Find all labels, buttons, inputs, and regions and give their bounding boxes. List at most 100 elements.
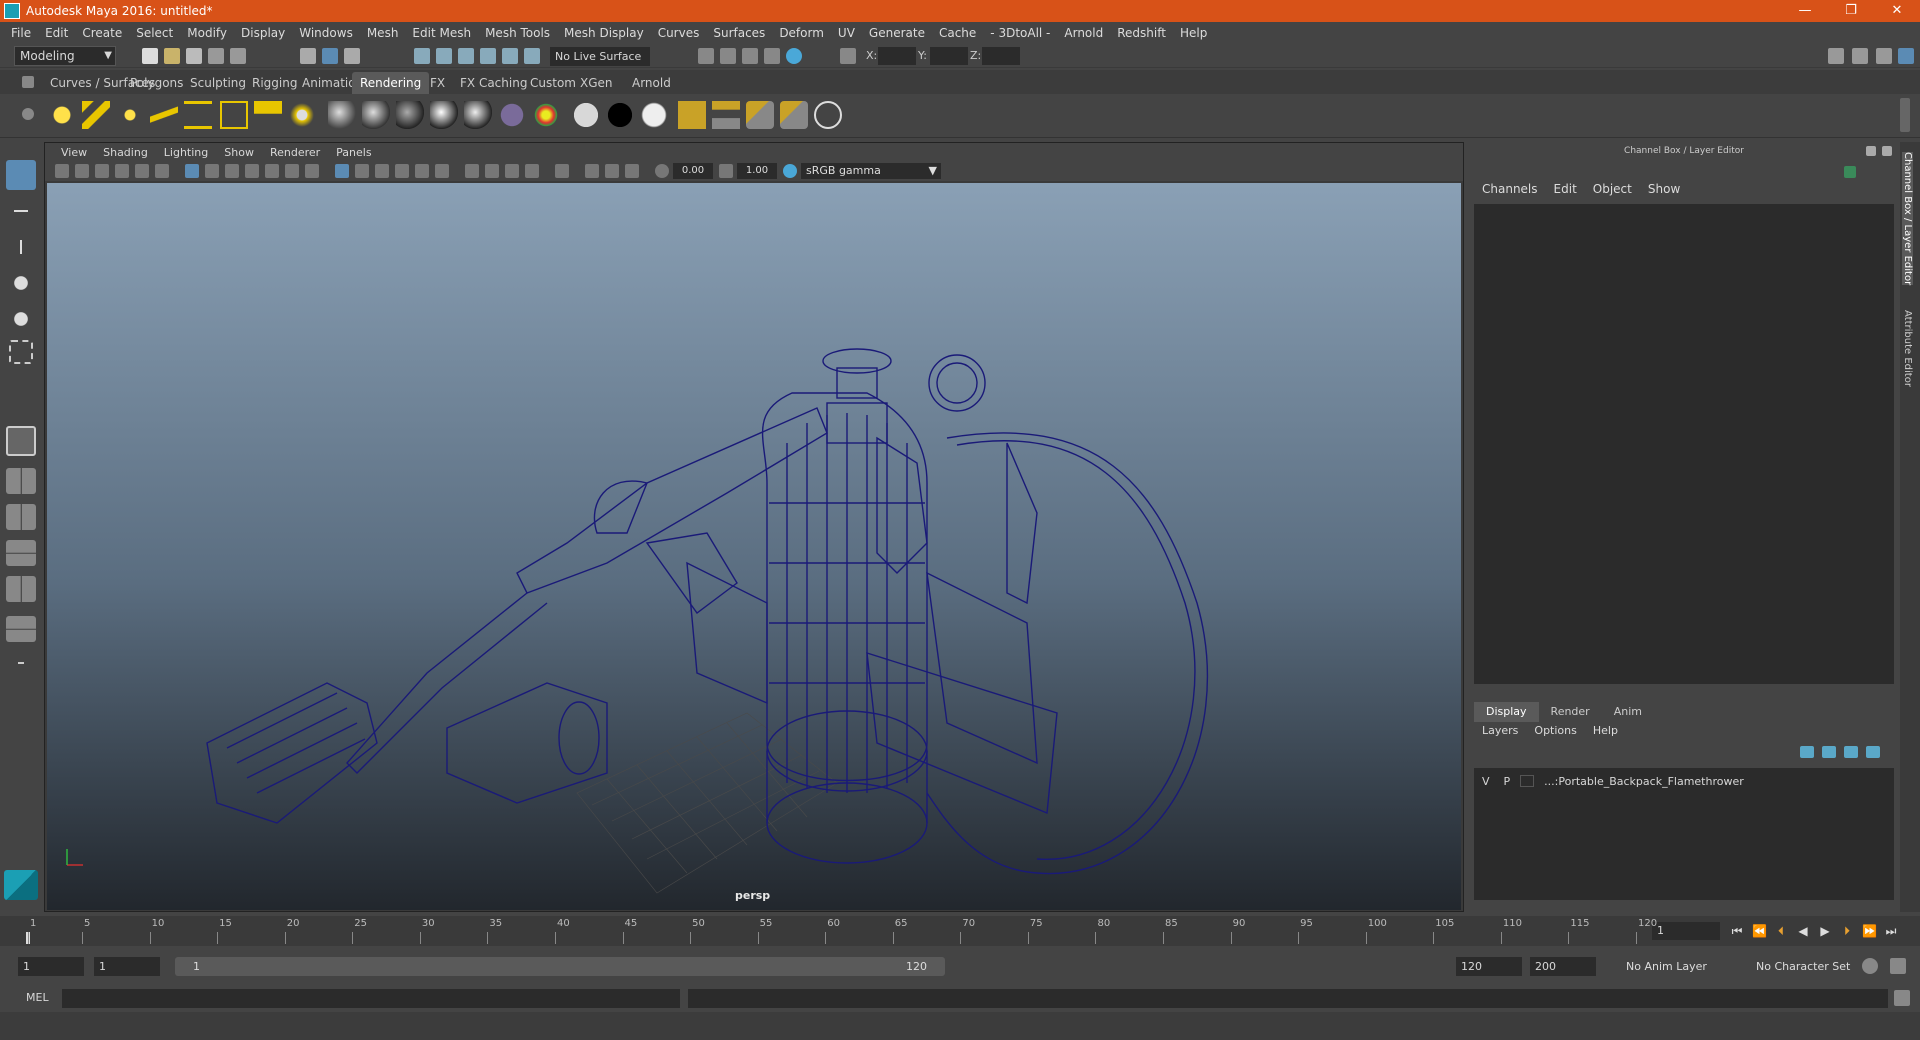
move-layer-down-icon[interactable]	[1822, 746, 1836, 758]
volume-light-icon[interactable]	[220, 101, 248, 129]
persp-outliner-layout-icon[interactable]	[6, 504, 36, 530]
menu-redshift[interactable]: Redshift	[1110, 26, 1173, 40]
shelf-scroll-icon[interactable]	[1900, 98, 1910, 132]
shelf-menu-icon[interactable]	[22, 76, 34, 88]
viewport-menu-renderer[interactable]: Renderer	[262, 146, 328, 159]
redo-icon[interactable]	[230, 48, 246, 64]
layer-tab-display[interactable]: Display	[1474, 702, 1539, 722]
layout-more-icon[interactable]	[6, 654, 36, 672]
use-background-shader-icon[interactable]	[606, 101, 634, 129]
layered-shader-icon[interactable]	[498, 101, 526, 129]
xray-components-icon[interactable]	[625, 164, 639, 178]
float-panel-icon[interactable]	[1866, 146, 1876, 156]
depth-of-field-icon[interactable]	[525, 164, 539, 178]
script-editor-icon[interactable]	[1894, 990, 1910, 1006]
maximize-button[interactable]: ❐	[1828, 0, 1874, 22]
menu-modify[interactable]: Modify	[180, 26, 234, 40]
open-scene-icon[interactable]	[164, 48, 180, 64]
tab-attribute-editor[interactable]: Attribute Editor	[1902, 310, 1913, 387]
layer-tab-anim[interactable]: Anim	[1602, 702, 1654, 722]
scene-end-field[interactable]: 200	[1530, 957, 1596, 976]
scene-start-field[interactable]: 1	[18, 957, 84, 976]
anim-layer-select[interactable]: No Anim Layer	[1626, 957, 1707, 976]
channel-box-menu-show[interactable]: Show	[1640, 182, 1688, 196]
layer-type-swatch[interactable]	[1520, 775, 1535, 787]
ramp-shader-icon[interactable]	[532, 101, 560, 129]
new-scene-icon[interactable]	[142, 48, 158, 64]
phong-e-shader-icon[interactable]	[464, 101, 492, 129]
step-back-key-icon[interactable]: ⏪	[1752, 924, 1767, 938]
menu-3dtoall[interactable]: - 3DtoAll -	[983, 26, 1057, 40]
persp-hypershade-layout-icon[interactable]	[6, 576, 36, 602]
xray-icon[interactable]	[585, 164, 599, 178]
outliner-persp-layout-icon[interactable]	[6, 616, 36, 642]
menu-surfaces[interactable]: Surfaces	[706, 26, 772, 40]
new-layer-icon[interactable]	[1844, 746, 1858, 758]
four-view-layout-icon[interactable]	[6, 468, 36, 494]
channel-box-menu-channels[interactable]: Channels	[1474, 182, 1546, 196]
ai-standard-shader-icon[interactable]	[640, 101, 668, 129]
live-surface-field[interactable]: No Live Surface	[550, 47, 650, 66]
channel-box-mode-icon[interactable]	[1844, 166, 1856, 178]
viewport-menu-view[interactable]: View	[53, 146, 95, 159]
snap-grid-icon[interactable]	[414, 48, 430, 64]
current-frame-field[interactable]: 1	[1652, 922, 1720, 940]
layer-menu-help[interactable]: Help	[1585, 724, 1626, 737]
shelf-settings-icon[interactable]	[22, 108, 34, 120]
menu-set-selector[interactable]: Modeling ▼	[14, 46, 116, 66]
select-tool-icon[interactable]	[6, 160, 36, 190]
hypershade-shelf-icon[interactable]	[814, 101, 842, 129]
persp-graph-layout-icon[interactable]	[6, 540, 36, 566]
menu-arnold[interactable]: Arnold	[1057, 26, 1110, 40]
new-layer-from-selected-icon[interactable]	[1866, 746, 1880, 758]
color-management-icon[interactable]	[783, 164, 797, 178]
smooth-shade-icon[interactable]	[355, 164, 369, 178]
render-current-frame-icon[interactable]	[698, 48, 714, 64]
channel-box-toggle-icon[interactable]	[1898, 48, 1914, 64]
film-gate-icon[interactable]	[205, 164, 219, 178]
ambient-light-icon[interactable]	[48, 101, 76, 129]
single-perspective-layout-icon[interactable]	[6, 426, 36, 456]
minimize-button[interactable]: —	[1782, 0, 1828, 22]
motion-blur-icon[interactable]	[485, 164, 499, 178]
tool-settings-icon[interactable]	[1876, 48, 1892, 64]
image-plane-icon[interactable]	[115, 164, 129, 178]
phong-shader-icon[interactable]	[430, 101, 458, 129]
snap-curve-icon[interactable]	[436, 48, 452, 64]
play-backwards-icon[interactable]: ◀	[1796, 924, 1810, 938]
play-forwards-icon[interactable]: ▶	[1818, 924, 1832, 938]
gamma-field[interactable]: 1.00	[737, 163, 777, 179]
render-view-shelf-icon[interactable]	[678, 101, 706, 129]
camera-attributes-icon[interactable]	[75, 164, 89, 178]
hypershade-icon[interactable]	[764, 48, 780, 64]
tab-channel-box[interactable]: Channel Box / Layer Editor	[1902, 152, 1913, 286]
directional-light-icon[interactable]	[82, 101, 110, 129]
area-light-icon[interactable]	[184, 101, 212, 129]
shelf-tab-xgen[interactable]: XGen	[572, 72, 621, 94]
z-field[interactable]	[982, 47, 1020, 65]
2d-pan-zoom-icon[interactable]	[135, 164, 149, 178]
viewport-menu-lighting[interactable]: Lighting	[156, 146, 216, 159]
safe-action-icon[interactable]	[285, 164, 299, 178]
shelf-tab-rendering[interactable]: Rendering	[352, 72, 430, 94]
snap-live-icon[interactable]	[502, 48, 518, 64]
render-settings-shelf-icon[interactable]	[780, 101, 808, 129]
go-to-end-icon[interactable]: ⏭	[1884, 924, 1898, 938]
layer-tab-render[interactable]: Render	[1539, 702, 1602, 722]
menu-select[interactable]: Select	[129, 26, 180, 40]
view-transform-select[interactable]: sRGB gamma ▼	[801, 163, 941, 179]
animation-preferences-icon[interactable]	[1890, 958, 1906, 974]
channel-box-area[interactable]	[1474, 204, 1894, 684]
menu-edit[interactable]: Edit	[38, 26, 75, 40]
step-forward-frame-icon[interactable]: ⏵	[1840, 924, 1854, 938]
screen-space-ao-icon[interactable]	[465, 164, 479, 178]
menu-create[interactable]: Create	[75, 26, 129, 40]
field-chart-icon[interactable]	[265, 164, 279, 178]
grease-pencil-icon[interactable]	[155, 164, 169, 178]
x-field[interactable]	[878, 47, 916, 65]
close-button[interactable]: ✕	[1874, 0, 1920, 22]
snap-view-plane-icon[interactable]	[480, 48, 496, 64]
shelf-tab-arnold[interactable]: Arnold	[624, 72, 679, 94]
playback-start-field[interactable]: 1	[94, 957, 160, 976]
playback-end-field[interactable]: 120	[1456, 957, 1522, 976]
